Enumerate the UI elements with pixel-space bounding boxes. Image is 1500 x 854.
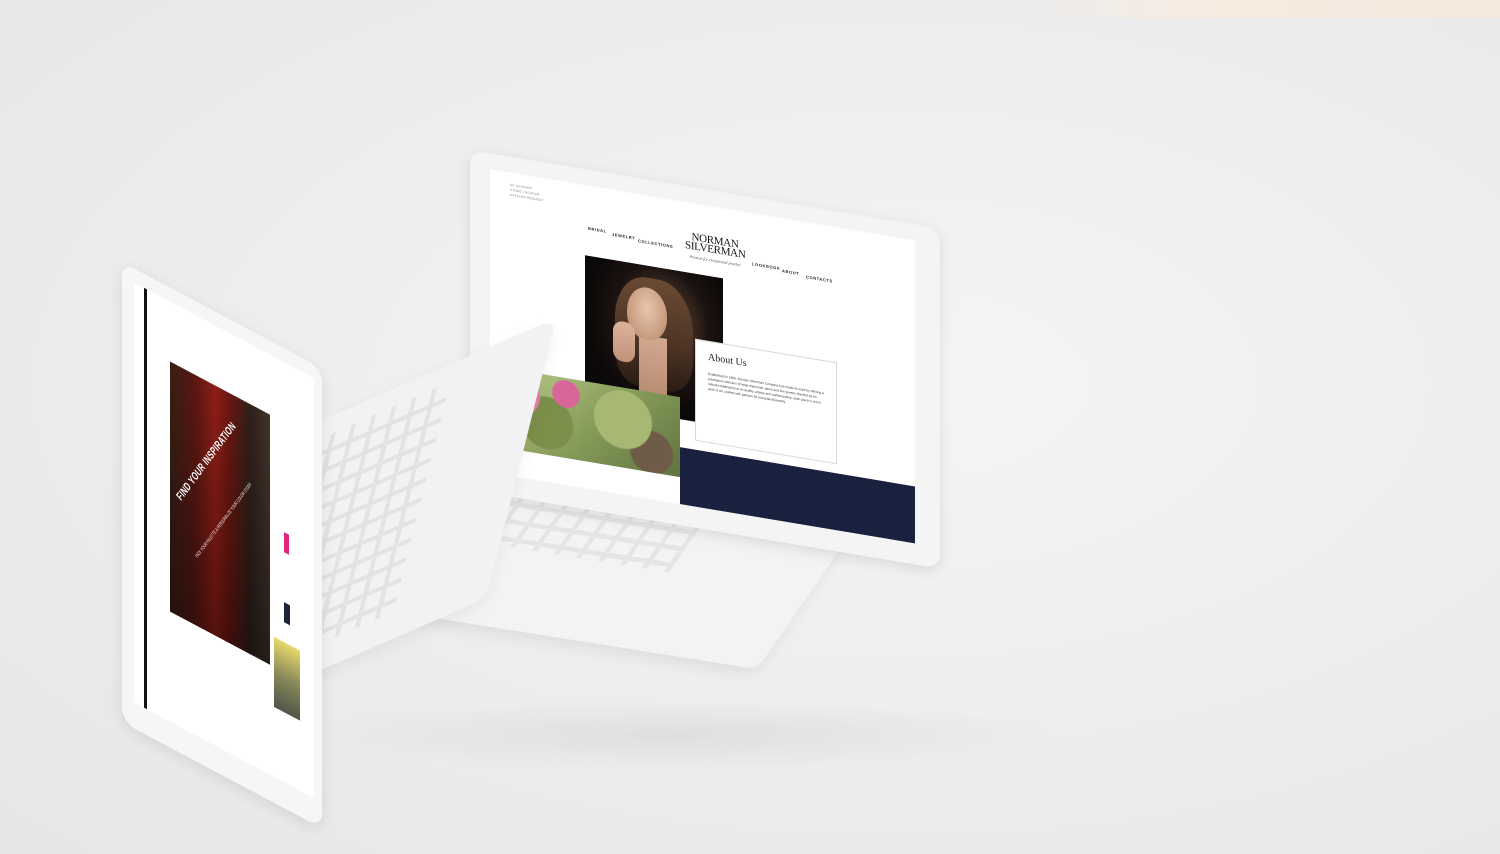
nav-item-lookbook[interactable]: LOOKBOOK [752,261,780,271]
about-body: Established in 1965, Norman Silverman Co… [708,371,824,405]
nav-item-contacts[interactable]: CONTACTS [806,274,833,283]
portrait-hand [613,319,635,364]
nav-item-collections[interactable]: COLLECTIONS [638,238,673,249]
laptop-back-screen: MY ACCOUNT STORE LOCATOR CATALOG REQUEST… [490,169,915,544]
dark-sidebar [144,287,147,710]
laptop-front-screen: FIND YOUR INSPIRATION PICK YOUR PALETTE … [134,282,314,799]
navy-accent-button[interactable] [284,602,290,626]
mockup-scene: MY ACCOUNT STORE LOCATOR CATALOG REQUEST… [0,0,1500,854]
thumbnail-image[interactable] [274,636,300,721]
brand-logo[interactable]: NORMAN SILVERMAN Passion for exceptional… [685,231,745,268]
pink-accent-button[interactable] [284,532,289,555]
nav-item-about[interactable]: ABOUT [782,268,799,276]
account-links: MY ACCOUNT STORE LOCATOR CATALOG REQUEST [510,183,544,204]
navy-band [680,447,915,544]
nav-item-bridal[interactable]: BRIDAL [588,226,607,234]
nav-item-jewelry[interactable]: JEWELRY [612,232,635,241]
portrait-neck [639,334,667,399]
hero-photo [170,361,270,665]
about-card: About Us Established in 1965, Norman Sil… [695,338,837,465]
about-title: About Us [708,351,747,370]
